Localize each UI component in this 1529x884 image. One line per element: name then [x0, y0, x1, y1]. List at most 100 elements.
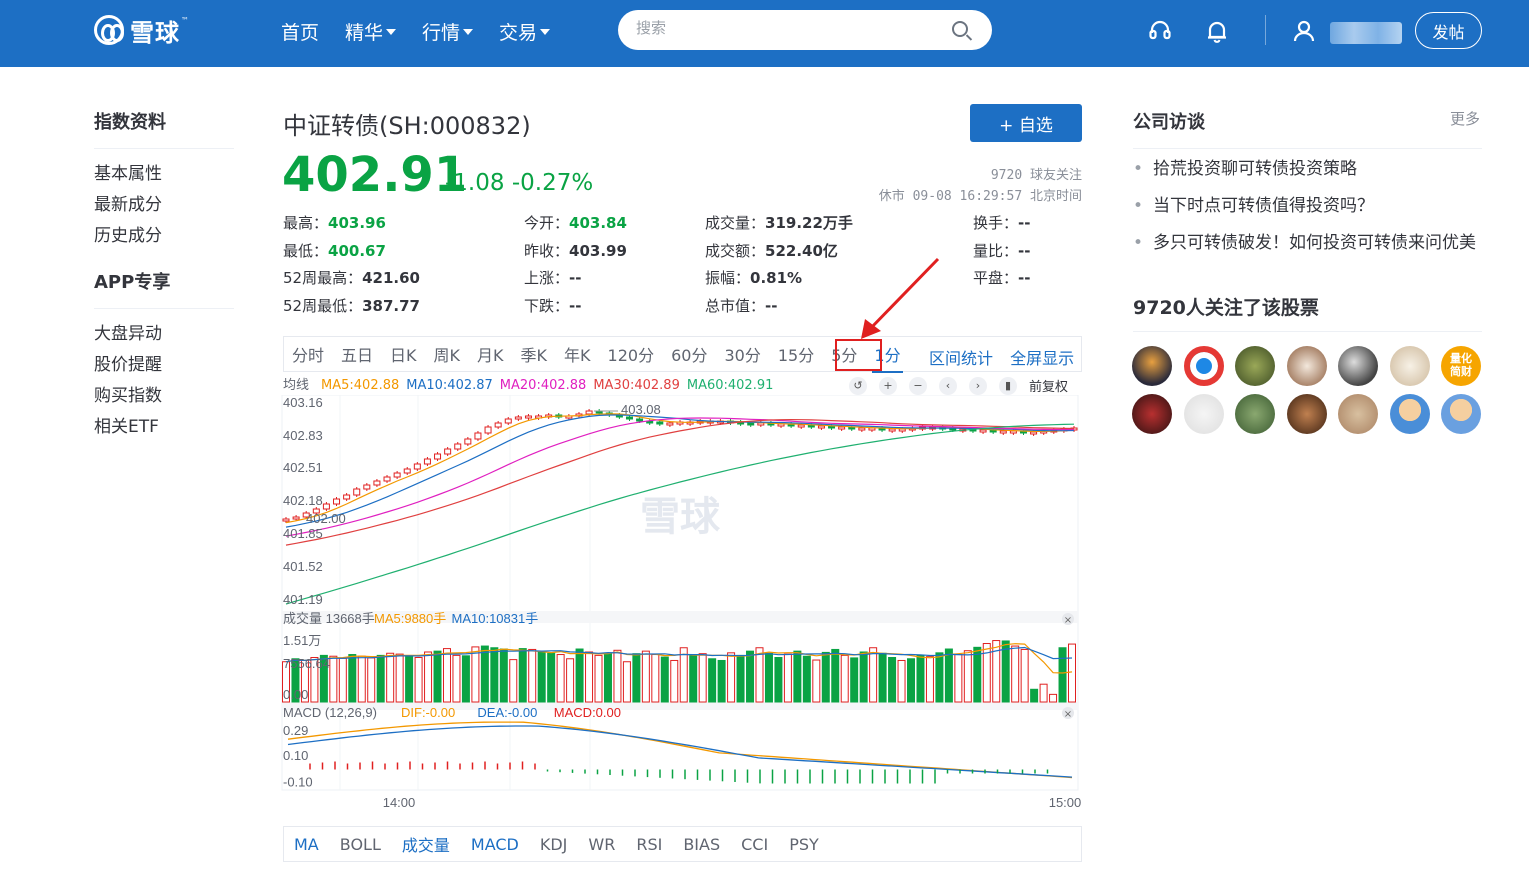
follower-avatar[interactable] — [1132, 394, 1172, 434]
pan-left-icon[interactable]: ‹ — [939, 376, 957, 395]
period-tab[interactable]: 五日 — [341, 342, 373, 366]
follower-avatar[interactable] — [1235, 346, 1275, 386]
follower-avatar[interactable] — [1389, 346, 1430, 386]
sidebar-link[interactable]: 相关ETF — [94, 412, 234, 443]
quote-stat-value: 522.40亿 — [765, 241, 838, 260]
follower-avatar[interactable] — [1338, 346, 1378, 386]
bell-icon[interactable] — [1204, 18, 1230, 44]
interview-link[interactable]: 拾荒投资聊可转债投资策略 — [1133, 156, 1493, 193]
indicator-tab[interactable]: WR — [588, 835, 615, 854]
sidebar-link[interactable]: 历史成分 — [94, 221, 234, 252]
period-tab[interactable]: 日K — [390, 342, 417, 366]
quote-stat: 昨收：403.99 — [524, 240, 627, 261]
nav-item[interactable]: 首页 — [281, 18, 319, 45]
search-box[interactable] — [618, 10, 992, 50]
quote-stat-value: 403.96 — [328, 214, 386, 232]
period-tab[interactable]: 30分 — [724, 342, 760, 366]
time-tick-label: 15:00 — [1049, 795, 1082, 810]
volume-bar — [679, 647, 688, 703]
interview-link[interactable]: 当下时点可转债值得投资吗？ — [1133, 193, 1493, 230]
volume-bar — [755, 647, 764, 703]
indicator-tab[interactable]: PSY — [789, 835, 819, 854]
period-tab[interactable]: 季K — [521, 342, 548, 366]
search-input[interactable] — [636, 20, 936, 37]
quote-stat-value: 403.84 — [569, 214, 627, 232]
interval-stats-link[interactable]: 区间统计 — [929, 349, 993, 368]
volume-ma-line — [285, 643, 1073, 674]
period-tab[interactable]: 60分 — [671, 342, 707, 366]
candle — [383, 476, 391, 482]
adjust-mode-label[interactable]: 前复权 — [1029, 376, 1068, 395]
macd-tick-label: 0.29 — [283, 723, 308, 738]
quote-stat: 振幅：0.81% — [705, 267, 802, 288]
volume-bar — [869, 647, 878, 703]
fullscreen-link[interactable]: 全屏显示 — [1010, 349, 1074, 368]
kline-chart[interactable]: 雪球 403.16 402.83 402.51 402.18 401.85 401.52 40… — [280, 395, 1085, 815]
ma-legend-item: MA5:402.88 — [321, 378, 400, 393]
zoom-in-icon[interactable]: + — [879, 376, 897, 395]
sidebar-link[interactable]: 大盘异动 — [94, 319, 234, 350]
period-tab[interactable]: 周K — [434, 342, 461, 366]
post-button[interactable]: 发帖 — [1415, 12, 1482, 49]
follower-avatar[interactable]: 量化 简财 — [1441, 346, 1481, 386]
volume-bar — [907, 658, 916, 703]
sidebar-link[interactable]: 购买指数 — [94, 381, 234, 412]
zoom-out-icon[interactable]: − — [909, 376, 927, 395]
price-tick-label: 401.52 — [283, 559, 323, 574]
period-tab[interactable]: 120分 — [608, 342, 655, 366]
indicator-tab[interactable]: KDJ — [540, 835, 568, 854]
nav-item[interactable]: 精华 — [345, 18, 397, 45]
volume-bar — [1068, 643, 1076, 703]
indicator-tab[interactable]: BIAS — [683, 835, 720, 854]
sidebar-link[interactable]: 股价提醒 — [94, 350, 234, 381]
headset-icon[interactable] — [1147, 18, 1173, 44]
follower-avatar[interactable] — [1235, 394, 1275, 434]
watermark: 雪球 — [640, 495, 721, 539]
sidebar-link[interactable]: 基本属性 — [94, 159, 234, 190]
pan-right-icon[interactable]: › — [969, 376, 987, 395]
volume-bar — [1049, 693, 1058, 703]
sidebar-list: 大盘异动 股价提醒 购买指数 相关ETF — [94, 319, 234, 443]
follower-avatar[interactable] — [1286, 394, 1327, 434]
indicator-tab[interactable]: RSI — [636, 835, 662, 854]
quote-stat-value: 0.81% — [750, 269, 803, 287]
follower-avatar[interactable] — [1183, 346, 1224, 386]
volume-bar — [1011, 645, 1020, 703]
indicator-tab[interactable]: MACD — [471, 835, 519, 854]
follower-avatar[interactable] — [1441, 394, 1481, 434]
period-tab[interactable]: 月K — [477, 342, 504, 366]
period-tab[interactable]: 15分 — [778, 342, 814, 366]
reset-icon[interactable]: ↺ — [849, 376, 867, 395]
user-icon[interactable] — [1291, 18, 1317, 44]
indicator-tab[interactable]: MA — [294, 835, 319, 854]
search-icon[interactable] — [952, 21, 968, 37]
quote-stat-label: 量比： — [973, 241, 1019, 260]
username-blurred[interactable] — [1330, 22, 1402, 44]
avatar-badge-text: 量化 简财 — [1450, 352, 1472, 378]
indicator-tab[interactable]: CCI — [741, 835, 768, 854]
follower-avatar[interactable] — [1183, 394, 1224, 434]
follower-avatar[interactable] — [1132, 346, 1172, 386]
volume-bar — [386, 652, 395, 703]
add-watchlist-button[interactable]: + 自选 — [970, 104, 1082, 142]
sidebar-link[interactable]: 最新成分 — [94, 190, 234, 221]
logo-icon — [94, 15, 124, 45]
indicator-tab[interactable]: 成交量 — [402, 832, 450, 856]
xueqiu-logo[interactable]: 雪球 ™ — [94, 14, 189, 47]
volume-legend-item: MA5:9880手 — [374, 611, 446, 626]
chart-tools: 区间统计 全屏显示 — [929, 345, 1074, 369]
quote-stat-label: 上涨： — [524, 269, 570, 287]
follower-avatar[interactable] — [1338, 394, 1378, 434]
indicator-tab[interactable]: BOLL — [340, 835, 381, 854]
interview-link[interactable]: 多只可转债破发！如何投资可转债来问优美 — [1133, 230, 1493, 267]
pause-icon[interactable]: ▮ — [999, 376, 1017, 395]
more-link[interactable]: 更多 — [1450, 108, 1480, 129]
nav-item[interactable]: 交易 — [499, 18, 551, 45]
period-tab[interactable]: 分时 — [292, 342, 324, 366]
volume-bar — [528, 648, 537, 703]
follower-avatar[interactable] — [1286, 346, 1327, 386]
follower-avatar[interactable] — [1389, 394, 1430, 434]
volume-bar — [802, 655, 811, 703]
nav-item[interactable]: 行情 — [422, 18, 474, 45]
period-tab[interactable]: 年K — [564, 342, 591, 366]
